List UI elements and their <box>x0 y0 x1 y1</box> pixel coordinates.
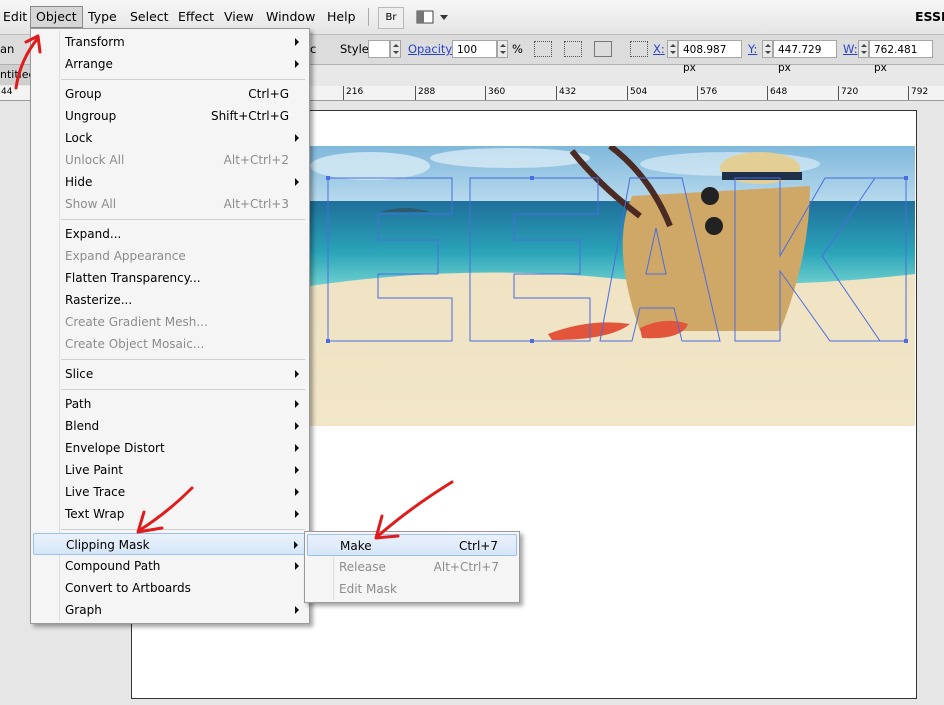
annotation-arrow-make <box>376 480 454 538</box>
annotation-arrow-object-menu <box>14 36 40 90</box>
annotation-arrows <box>14 34 454 540</box>
annotation-arrow-clipping-mask <box>138 486 194 532</box>
